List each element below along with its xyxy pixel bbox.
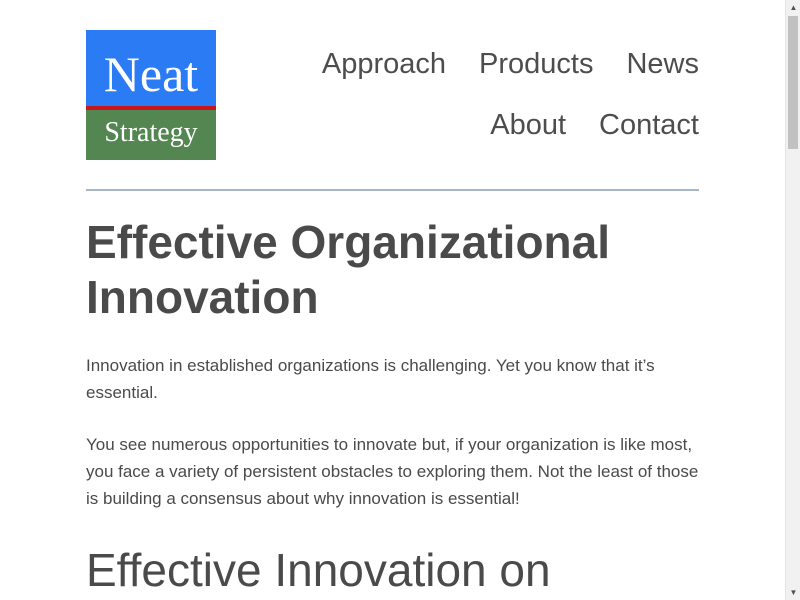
main-nav: Approach Products News About Contact [279,30,699,155]
nav-link-products[interactable]: Products [479,47,593,81]
arrow-down-icon[interactable]: ▼ [786,585,800,600]
nav-link-about[interactable]: About [490,108,566,142]
arrow-up-icon[interactable]: ▲ [786,0,800,15]
section-heading: Effective Innovation on [86,544,551,596]
logo-top-text: Neat [86,30,216,110]
intro-paragraph: Innovation in established organizations … [86,356,655,402]
nav-link-approach[interactable]: Approach [322,47,446,81]
nav-row-2: About Contact [279,94,699,155]
scrollbar-thumb[interactable] [788,16,798,149]
header-divider [86,189,699,191]
browser-viewport: Neat Strategy Approach Products News Abo… [0,0,785,600]
site-logo[interactable]: Neat Strategy [86,30,216,160]
site-header: Neat Strategy Approach Products News Abo… [86,30,699,160]
vertical-scrollbar[interactable]: ▲ ▼ [785,0,800,600]
page-title: Effective Organizational Innovation [86,216,611,323]
body-paragraph: You see numerous opportunities to innova… [86,435,699,508]
logo-bottom-text: Strategy [86,110,216,160]
nav-row-1: Approach Products News [279,33,699,94]
page-container: Neat Strategy Approach Products News Abo… [86,30,699,596]
main-content: Effective Organizational Innovation Inno… [86,215,699,598]
nav-link-news[interactable]: News [626,47,699,81]
nav-link-contact[interactable]: Contact [599,108,699,142]
